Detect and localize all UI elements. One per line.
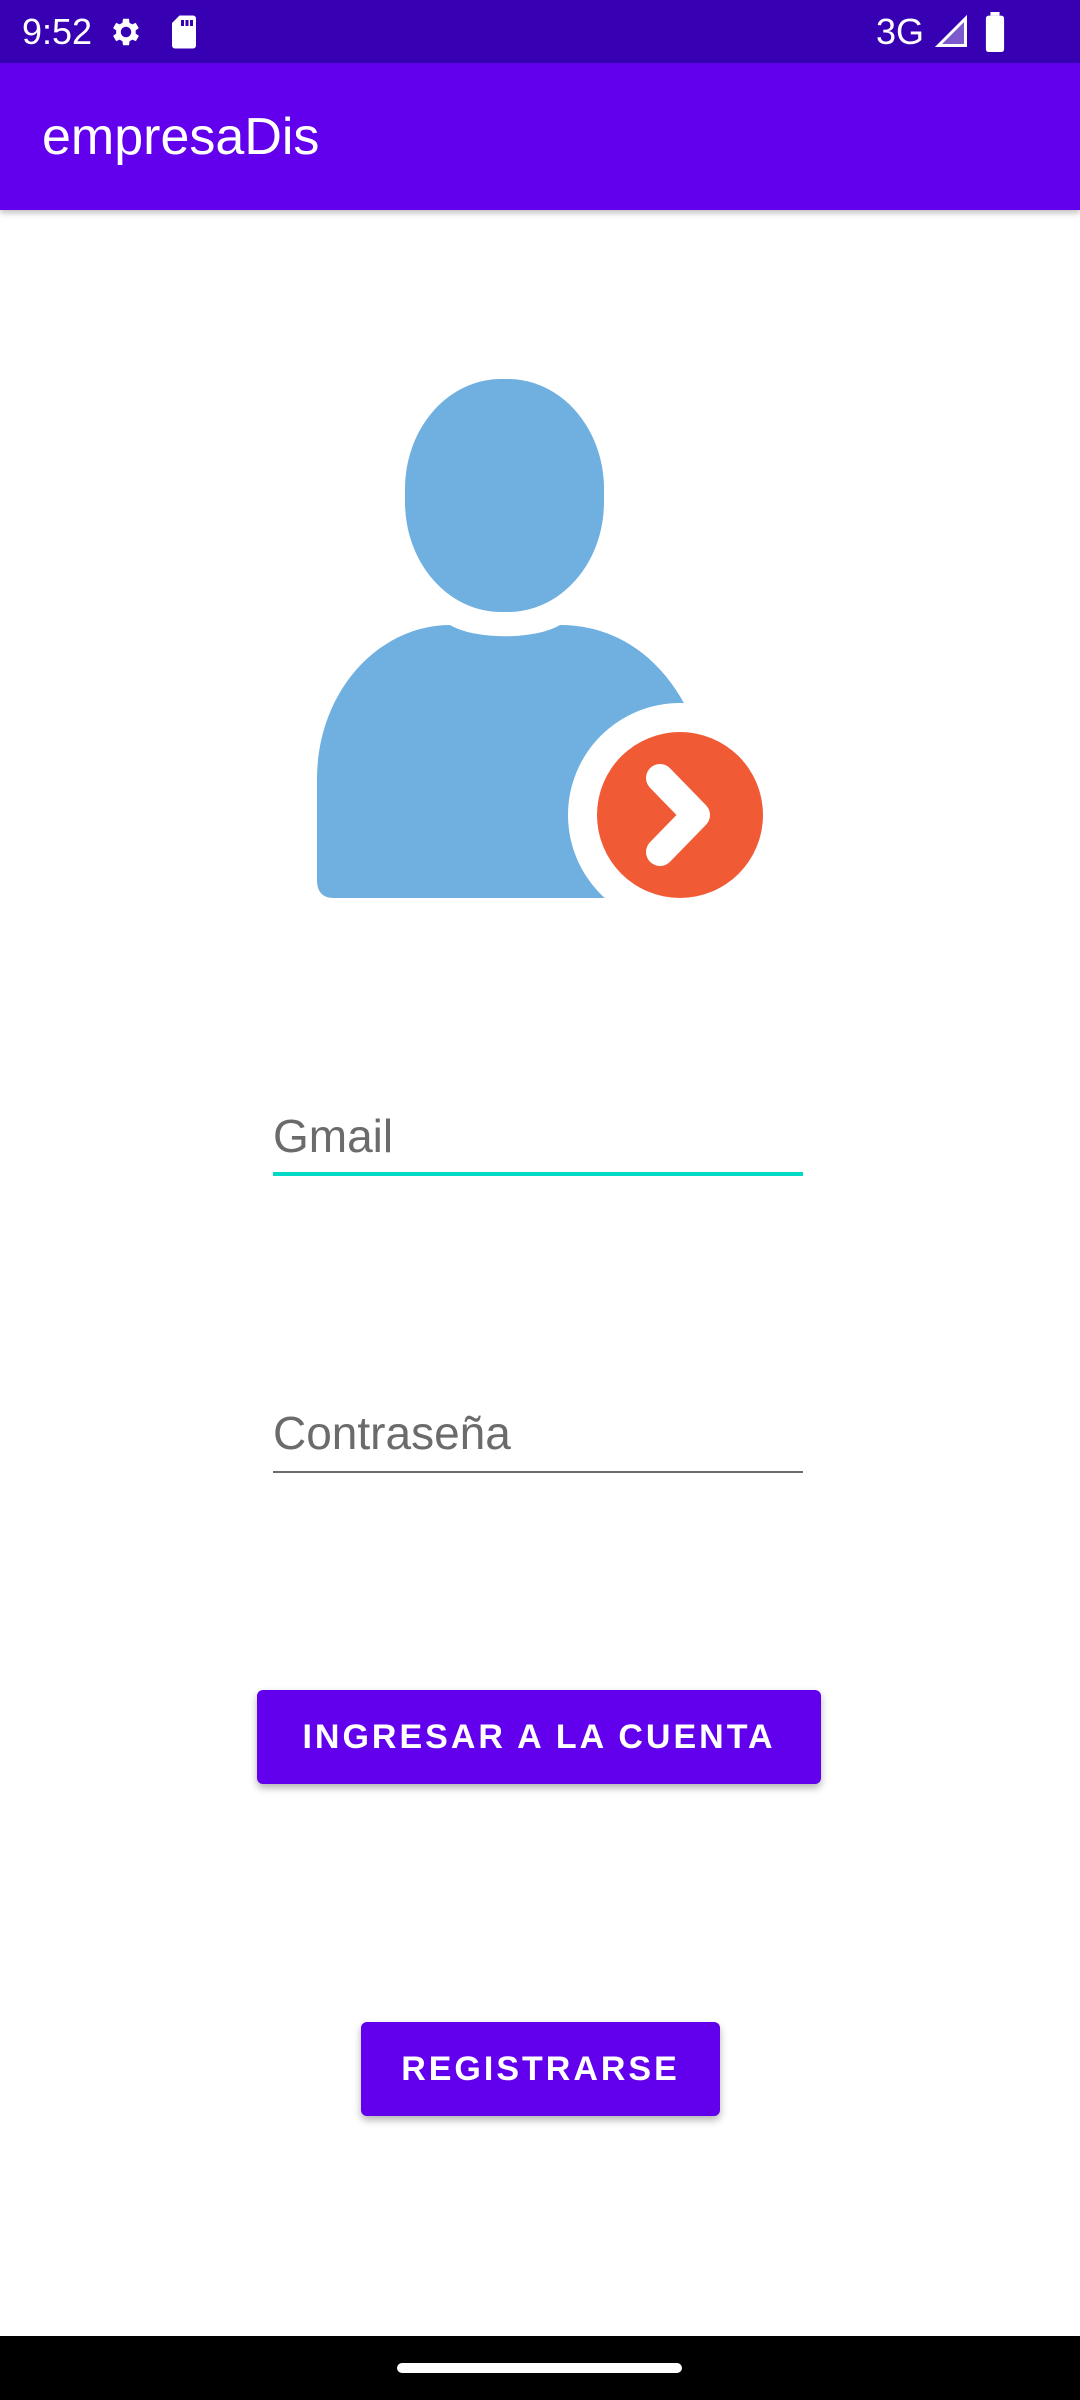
password-underline [273,1471,803,1473]
gear-icon [113,18,139,46]
email-input[interactable] [273,1106,803,1166]
signal-icon [934,14,967,47]
register-button[interactable]: REGISTRARSE [361,2022,720,2116]
app-bar: empresaDis [0,63,1080,210]
email-underline [273,1172,803,1176]
app-title: empresaDis [42,108,320,166]
home-indicator[interactable] [397,2363,682,2373]
status-time: 9:52 [22,11,93,52]
sd-card-icon [172,15,196,49]
password-input[interactable] [273,1403,803,1463]
login-button[interactable]: INGRESAR A LA CUENTA [257,1690,821,1784]
battery-icon [985,12,1005,52]
person-head-shape [405,379,604,612]
user-login-icon [317,379,764,900]
navigation-bar [0,2336,1080,2400]
network-type: 3G [876,11,925,52]
password-field[interactable] [273,1403,803,1473]
email-field[interactable] [273,1106,803,1176]
status-bar: 9:52 3G [0,0,1080,63]
